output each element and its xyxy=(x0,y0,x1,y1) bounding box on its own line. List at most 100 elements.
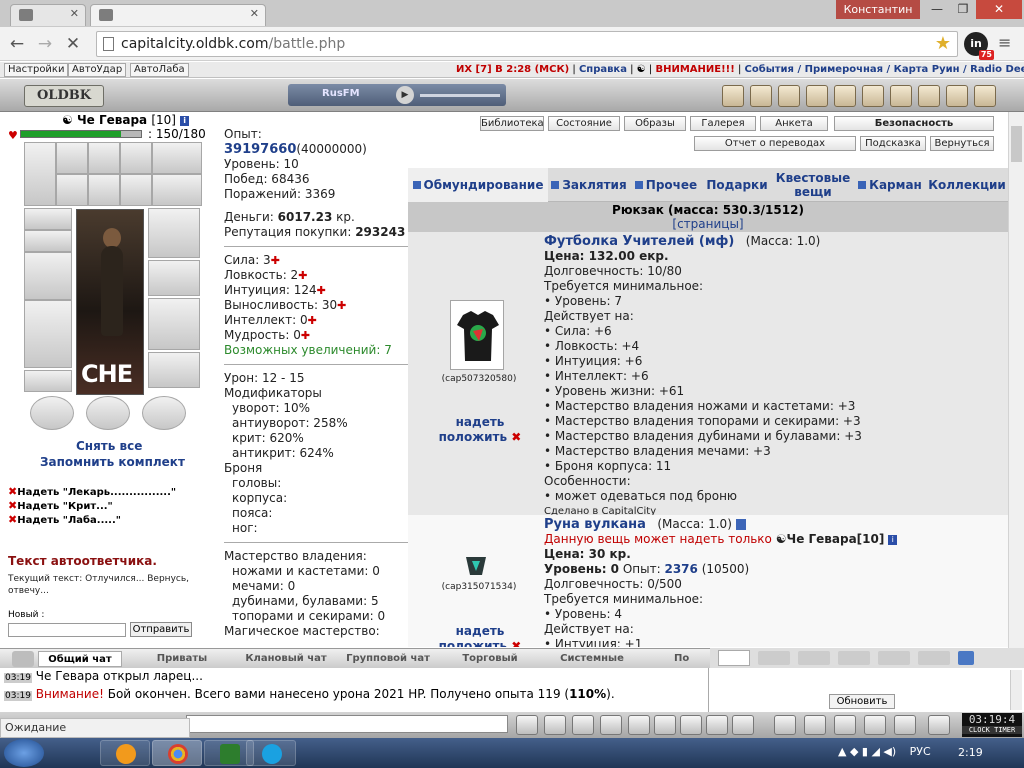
attention-link[interactable]: ВНИМАНИЕ!!! xyxy=(655,64,734,75)
browser-menu-icon[interactable]: ≡ xyxy=(998,33,1011,52)
taskbar-skype[interactable] xyxy=(246,740,296,766)
plus-icon[interactable]: ✚ xyxy=(317,284,326,297)
gallery-button[interactable]: Галерея xyxy=(690,116,756,131)
taskbar-chrome[interactable] xyxy=(152,740,202,766)
taskbar-app[interactable] xyxy=(100,740,150,766)
page-scrollbar[interactable] xyxy=(1008,112,1024,648)
character-name[interactable]: ☯ Че Гевара [10] i xyxy=(62,113,190,127)
filter-icon[interactable] xyxy=(572,715,594,735)
settings-icon[interactable] xyxy=(862,85,884,107)
slot-ring[interactable] xyxy=(88,142,120,174)
chat-input[interactable] xyxy=(186,715,508,733)
side-tab-icon[interactable] xyxy=(758,651,790,665)
url-bar[interactable]: capitalcity.oldbk.com/battle.php ★ xyxy=(96,31,958,57)
kit-item[interactable]: ✖Надеть "Лаба....." xyxy=(8,513,176,527)
slot-boots[interactable] xyxy=(148,352,200,388)
extension-icon[interactable]: in 75 xyxy=(964,32,994,60)
delete-icon[interactable]: ✖ xyxy=(8,485,17,498)
users-icon[interactable] xyxy=(718,650,750,666)
plus-icon[interactable]: ✚ xyxy=(301,329,310,342)
smiley-icon[interactable] xyxy=(680,715,702,735)
profile-button[interactable]: Анкета xyxy=(760,116,828,131)
slot-medal[interactable] xyxy=(86,396,130,430)
refresh-icon[interactable] xyxy=(834,715,856,735)
refresh-button[interactable]: Обновить xyxy=(829,694,895,709)
minimize-icon[interactable]: — xyxy=(924,0,950,19)
forward-icon[interactable]: → xyxy=(34,33,56,55)
pages-link[interactable]: [страницы] xyxy=(408,217,1008,231)
volume-slider[interactable] xyxy=(420,94,500,97)
delete-icon[interactable]: ✖ xyxy=(511,430,521,444)
tab-group-chat[interactable]: Групповой чат xyxy=(338,651,438,667)
system-tray[interactable]: ▲ ◆ ▮ ◢ ◀) РУС xyxy=(838,745,931,758)
wear-link[interactable]: надеть xyxy=(430,624,530,639)
tab-quest-items[interactable]: Квестовые вещи xyxy=(772,168,854,202)
chat-menu-icon[interactable] xyxy=(12,651,34,667)
settings-button[interactable]: Настройки xyxy=(4,63,69,77)
plus-icon[interactable]: ✚ xyxy=(308,314,317,327)
slot-shield[interactable] xyxy=(148,298,200,350)
slot-ring[interactable] xyxy=(56,142,88,174)
undress-all-link[interactable]: Снять все xyxy=(76,439,142,453)
profile-user[interactable]: Константин xyxy=(836,0,920,19)
plus-icon[interactable]: ✚ xyxy=(298,269,307,282)
browser-tab[interactable]: ✕ xyxy=(10,4,86,26)
slot-gloves[interactable] xyxy=(148,260,200,296)
close-tab-icon[interactable]: ✕ xyxy=(70,7,79,20)
tab-privates[interactable]: Приваты xyxy=(130,651,234,667)
side-tab-icon[interactable] xyxy=(878,651,910,665)
exit-icon[interactable] xyxy=(928,715,950,735)
play-icon[interactable]: ▶ xyxy=(396,86,414,104)
delete-icon[interactable]: ✖ xyxy=(8,499,17,512)
enter-icon[interactable] xyxy=(516,715,538,735)
color-icon[interactable] xyxy=(654,715,676,735)
tab-general-chat[interactable]: Общий чат xyxy=(38,651,122,667)
slot-earrings[interactable] xyxy=(24,208,72,230)
log-icon[interactable] xyxy=(732,715,754,735)
help-link[interactable]: Справка xyxy=(579,64,627,75)
slot-ring[interactable] xyxy=(120,142,152,174)
stats-icon[interactable] xyxy=(750,85,772,107)
side-tab-icon[interactable] xyxy=(798,651,830,665)
slot-weapon[interactable] xyxy=(24,252,72,300)
browser-tab-active[interactable]: ✕ xyxy=(90,4,266,26)
tab-spells[interactable]: Заклятия xyxy=(548,168,630,202)
events-links[interactable]: События / Примерочная / Карта Руин / Rad… xyxy=(745,64,1024,75)
delete-icon[interactable]: ✖ xyxy=(511,639,521,647)
battle-info[interactable]: ИХ [7] В 2:28 (МСК) xyxy=(456,64,569,75)
transfer-report-button[interactable]: Отчет о переводах xyxy=(694,136,856,151)
slot-helmet[interactable] xyxy=(148,208,200,258)
slot-belt[interactable] xyxy=(24,370,72,392)
side-tab-icon[interactable] xyxy=(918,651,950,665)
menu-icon-1[interactable] xyxy=(722,85,744,107)
bank-icon[interactable] xyxy=(806,85,828,107)
owner-name[interactable]: Че Гевара[10] xyxy=(787,532,885,546)
slot-magic[interactable] xyxy=(56,174,88,206)
clear-icon[interactable] xyxy=(544,715,566,735)
kit-item[interactable]: ✖Надеть "Крит..." xyxy=(8,499,176,513)
back-icon[interactable]: ← xyxy=(6,33,28,55)
slot-amulet[interactable] xyxy=(24,142,56,206)
security-button[interactable]: Безопасность xyxy=(834,116,994,131)
tab-more[interactable]: По xyxy=(644,651,706,667)
bookmark-star-icon[interactable]: ★ xyxy=(935,33,951,54)
tab-collections[interactable]: Коллекции xyxy=(926,168,1008,202)
autoanswer-input[interactable] xyxy=(8,623,126,637)
plus-icon[interactable]: ✚ xyxy=(271,254,280,267)
language-indicator[interactable]: РУС xyxy=(910,745,931,758)
slot-necklace[interactable] xyxy=(24,230,72,252)
money-icon[interactable] xyxy=(774,715,796,735)
put-link[interactable]: положить ✖ xyxy=(430,430,530,445)
slot-magic[interactable] xyxy=(88,174,120,206)
tshirt-icon[interactable] xyxy=(450,300,504,370)
side-tab-icon[interactable] xyxy=(838,651,870,665)
wear-link[interactable]: надеть xyxy=(430,415,530,430)
tab-other[interactable]: Прочее xyxy=(630,168,702,202)
sound-icon[interactable] xyxy=(706,715,728,735)
tab-clan-chat[interactable]: Клановый чат xyxy=(236,651,336,667)
close-window-icon[interactable]: ✕ xyxy=(976,0,1022,19)
tab-pocket[interactable]: Карман xyxy=(854,168,926,202)
slot-medal[interactable] xyxy=(30,396,74,430)
hint-button[interactable]: Подсказка xyxy=(860,136,926,151)
windows-start-icon[interactable] xyxy=(4,739,44,767)
